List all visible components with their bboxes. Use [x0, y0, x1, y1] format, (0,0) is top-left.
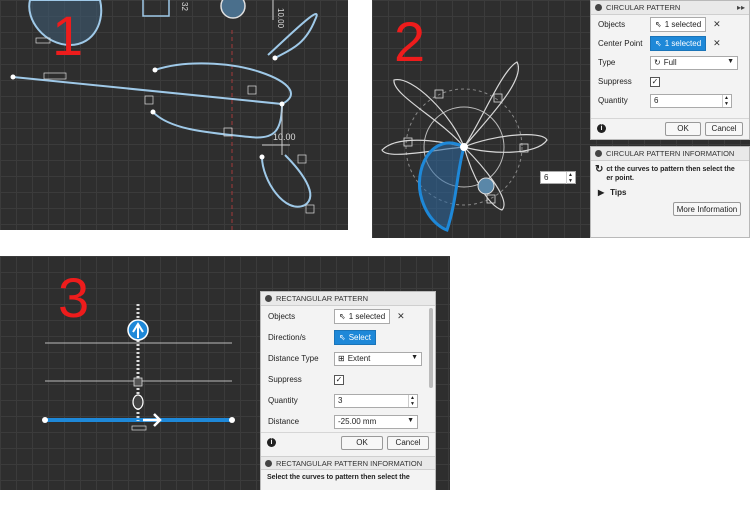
collapse-icon[interactable] — [595, 150, 602, 157]
dialog-footer: i OK Cancel — [591, 118, 749, 138]
suppress-checkbox[interactable]: ✓ — [334, 374, 344, 385]
stepper-arrows-icon[interactable]: ▲ ▼ — [408, 394, 416, 407]
canvas-quantity-input[interactable]: 6 ▲ ▼ — [540, 171, 576, 184]
dialog-title: CIRCULAR PATTERN — [606, 3, 681, 12]
sketch-canvas-1[interactable]: 10.00 10.00 32 1 — [0, 0, 348, 230]
tips-label: Tips — [610, 188, 627, 197]
direction-row: Direction/s ⇖ Select — [261, 327, 435, 348]
chevron-down-icon: ▼ — [727, 57, 734, 65]
circular-pattern-dialog: CIRCULAR PATTERN ▸▸ Objects ⇖ 1 selected … — [590, 0, 750, 140]
suppress-row: Suppress ✓ — [261, 369, 435, 390]
circular-info-panel: CIRCULAR PATTERN INFORMATION ↻ ct the cu… — [590, 146, 750, 238]
distance-row: Distance -25.00 mm ▼ — [261, 411, 435, 432]
info-icon[interactable]: i — [597, 124, 606, 133]
collapse-icon[interactable] — [595, 4, 602, 11]
info-text: Select the curves to pattern then select… — [267, 474, 410, 481]
rectangular-pattern-dialog: RECTANGULAR PATTERN Objects ⇖ 1 selected … — [260, 291, 436, 490]
cursor-icon: ⇖ — [655, 39, 662, 48]
sketch-canvas-2[interactable]: 6 ▲ ▼ 2 CIRCULAR PATTERN ▸▸ Objects ⇖ 1 se… — [372, 0, 750, 238]
clear-objects-icon[interactable]: ✕ — [713, 19, 721, 30]
extent-icon: ⊞ — [338, 354, 345, 363]
type-dropdown[interactable]: ↻ Full ▼ — [650, 55, 738, 70]
objects-label: Objects — [268, 312, 296, 321]
center-point-label: Center Point — [598, 39, 643, 48]
distance-label: Distance — [268, 417, 300, 426]
dialog-header: RECTANGULAR PATTERN — [261, 292, 435, 306]
objects-row: Objects ⇖ 1 selected ✕ — [261, 306, 435, 327]
direction-label: Direction/s — [268, 333, 306, 342]
chevron-down-icon: ▼ — [407, 416, 414, 424]
suppress-row: Suppress ✓ — [591, 72, 749, 91]
ok-button[interactable]: OK — [341, 435, 383, 450]
stepper-arrows-icon[interactable]: ▲ ▼ — [722, 94, 730, 107]
collapse-icon[interactable] — [265, 459, 272, 467]
cancel-button[interactable]: Cancel — [387, 435, 429, 450]
sketch-canvas-3[interactable]: 3 RECTANGULAR PATTERN Objects ⇖ 1 selecte… — [0, 256, 450, 490]
clear-objects-icon[interactable]: ✕ — [397, 311, 405, 322]
quantity-label: Quantity — [268, 396, 298, 405]
suppress-checkbox[interactable]: ✓ — [650, 76, 660, 87]
cancel-button[interactable]: Cancel — [705, 121, 743, 136]
tips-toggle[interactable]: ▶ Tips — [591, 183, 749, 202]
info-header: CIRCULAR PATTERN INFORMATION — [591, 147, 749, 161]
dialog-footer: i OK Cancel — [261, 432, 435, 452]
distance-type-label: Distance Type — [268, 354, 319, 363]
objects-select-button[interactable]: ⇖ 1 selected — [650, 17, 707, 32]
stepper-arrows-icon[interactable]: ▲ ▼ — [566, 172, 574, 184]
info-text-line-2: er point. — [606, 175, 635, 182]
info-header: RECTANGULAR PATTERN INFORMATION — [261, 456, 435, 470]
center-point-row: Center Point ⇖ 1 selected ✕ — [591, 34, 749, 53]
clear-center-icon[interactable]: ✕ — [713, 38, 721, 49]
objects-row: Objects ⇖ 1 selected ✕ — [591, 15, 749, 34]
distance-type-row: Distance Type ⊞ Extent ▼ — [261, 348, 435, 369]
collapse-icon[interactable] — [265, 295, 272, 302]
step-number-2: 2 — [394, 10, 426, 73]
info-text-line-1: ct the curves to pattern then select the — [606, 166, 735, 173]
more-information-button[interactable]: More Information — [673, 202, 741, 216]
suppress-label: Suppress — [598, 77, 632, 86]
step-number-1: 1 — [52, 4, 84, 67]
cursor-icon: ⇖ — [655, 20, 662, 29]
expand-arrows-icon[interactable]: ▸▸ — [737, 3, 745, 12]
cursor-icon: ⇖ — [339, 333, 346, 342]
caret-right-icon: ▶ — [598, 188, 605, 197]
type-row: Type ↻ Full ▼ — [591, 53, 749, 72]
quantity-input[interactable]: 6 ▲ ▼ — [650, 93, 732, 108]
chevron-down-icon: ▼ — [411, 353, 418, 361]
objects-label: Objects — [598, 20, 626, 29]
dimension-upper: 10.00 — [276, 8, 285, 29]
quantity-row: Quantity 6 ▲ ▼ — [591, 91, 749, 110]
quantity-input[interactable]: 3 ▲ ▼ — [334, 393, 418, 408]
circle-arrow-icon: ↻ — [654, 58, 661, 67]
distance-input[interactable]: -25.00 mm ▼ — [334, 414, 418, 429]
direction-select-button[interactable]: ⇖ Select — [334, 330, 376, 345]
dialog-title: RECTANGULAR PATTERN — [276, 294, 369, 303]
objects-select-button[interactable]: ⇖ 1 selected — [334, 309, 391, 324]
type-label: Type — [598, 58, 616, 67]
distance-type-dropdown[interactable]: ⊞ Extent ▼ — [334, 351, 422, 366]
quantity-label: Quantity — [598, 96, 628, 105]
info-icon[interactable]: i — [267, 438, 276, 447]
dialog-header: CIRCULAR PATTERN ▸▸ — [591, 1, 749, 15]
info-title: RECTANGULAR PATTERN INFORMATION — [276, 458, 423, 468]
dimension-top: 32 — [180, 2, 189, 11]
ok-button[interactable]: OK — [665, 121, 701, 136]
step-number-3: 3 — [58, 266, 90, 329]
quantity-row: Quantity 3 ▲ ▼ — [261, 390, 435, 411]
suppress-label: Suppress — [268, 375, 302, 384]
pattern-icon: ↻ — [595, 164, 604, 175]
info-title: CIRCULAR PATTERN INFORMATION — [606, 149, 735, 158]
dimension-lower: 10.00 — [273, 132, 296, 142]
center-point-select-button[interactable]: ⇖ 1 selected — [650, 36, 707, 51]
cursor-icon: ⇖ — [339, 312, 346, 321]
canvas-quantity-value: 6 — [544, 173, 549, 182]
